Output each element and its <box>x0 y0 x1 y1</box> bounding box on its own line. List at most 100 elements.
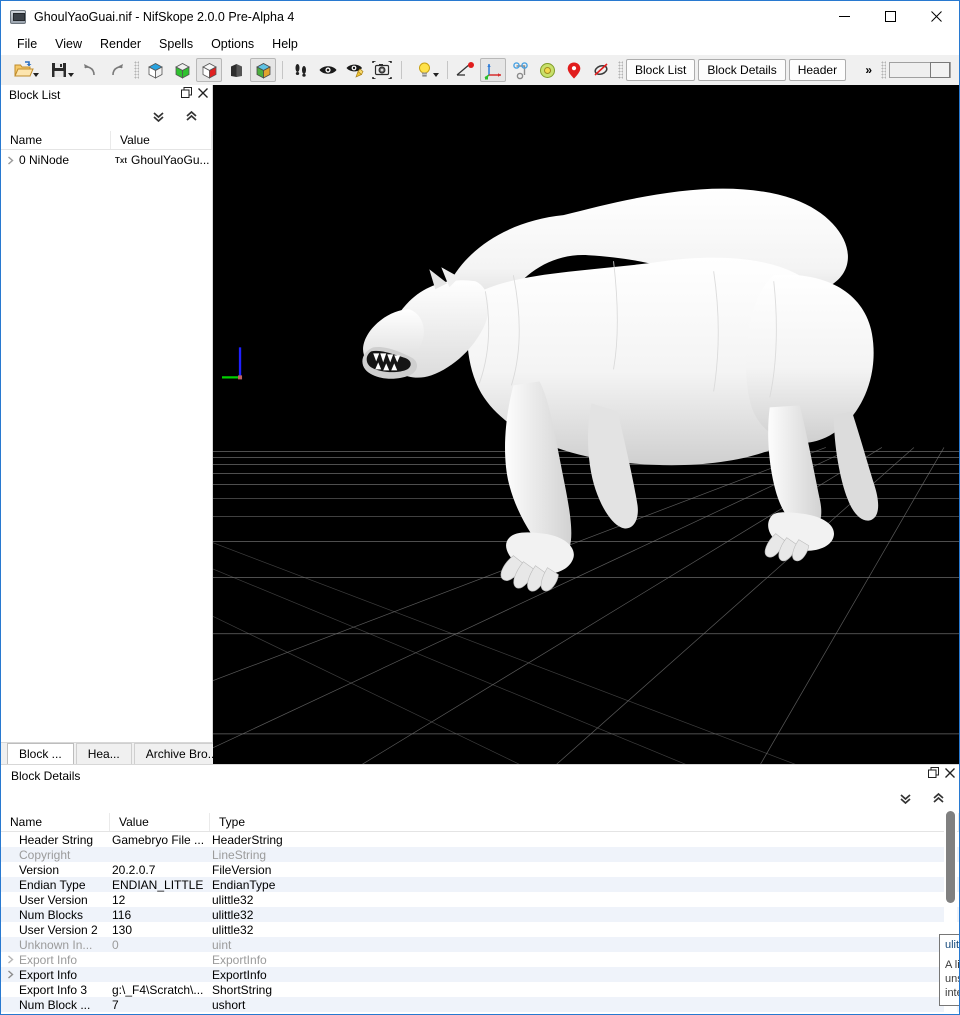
restore-icon[interactable] <box>928 767 939 778</box>
havok-sphere-icon[interactable] <box>534 58 560 82</box>
close-icon[interactable] <box>945 768 955 778</box>
expand-arrow-icon[interactable] <box>1 156 19 165</box>
block-details-row-value[interactable]: Gamebryo File ... <box>110 833 210 847</box>
tab-header[interactable]: Hea... <box>76 743 132 764</box>
axes-gizmo-icon[interactable] <box>480 58 506 82</box>
chevron-down-icon[interactable] <box>33 73 39 77</box>
expand-all-icon[interactable] <box>152 110 165 126</box>
toolbar-slider[interactable] <box>889 62 951 78</box>
table-row[interactable]: Export InfoExportInfo <box>1 952 959 967</box>
draw-furniture-icon[interactable] <box>223 58 249 82</box>
open-file-icon[interactable] <box>7 58 41 82</box>
column-header-name[interactable]: Name <box>1 131 111 149</box>
table-row[interactable]: CopyrightLineString <box>1 847 959 862</box>
marker-flag-icon[interactable] <box>453 58 479 82</box>
column-header-value[interactable]: Value <box>110 813 210 831</box>
footsteps-icon[interactable] <box>288 58 314 82</box>
draw-nodes-cube-icon[interactable] <box>169 58 195 82</box>
toolbar-grip[interactable] <box>618 61 623 79</box>
chevron-down-icon[interactable] <box>433 73 439 77</box>
eye-edit-icon[interactable] <box>342 58 368 82</box>
table-row[interactable]: 0 NiNode Txt GhoulYaoGu... <box>1 150 212 170</box>
block-details-row-type: ulittle32 <box>210 893 959 907</box>
block-list-title: Block List <box>9 88 60 102</box>
block-list-row-value: GhoulYaoGu... <box>131 153 210 167</box>
redo-icon[interactable] <box>104 58 130 82</box>
tab-block-list[interactable]: Block ... <box>7 743 74 764</box>
window-controls <box>821 1 959 32</box>
scrollbar-thumb[interactable] <box>946 811 955 903</box>
toolbar-grip[interactable] <box>134 61 139 79</box>
table-row[interactable]: Export InfoExportInfo <box>1 967 959 982</box>
block-list-panel: Block List <box>1 85 213 764</box>
block-list-tree[interactable]: 0 NiNode Txt GhoulYaoGu... <box>1 150 212 742</box>
block-details-titlebar: Block Details <box>1 765 959 787</box>
header-toggle-button[interactable]: Header <box>789 59 846 81</box>
table-row[interactable]: User Version 2130ulittle32 <box>1 922 959 937</box>
toolbar-grip[interactable] <box>881 61 886 79</box>
tooltip-line1: A little-endian 32-bit unsigned <box>945 958 960 986</box>
block-details-expand-controls <box>1 787 959 813</box>
block-details-row-type: FileVersion <box>210 863 959 877</box>
block-details-row-value[interactable]: 130 <box>110 923 210 937</box>
block-details-row-value[interactable]: ENDIAN_LITTLE <box>110 878 210 892</box>
lightbulb-icon[interactable] <box>407 58 441 82</box>
undo-icon[interactable] <box>77 58 103 82</box>
table-row[interactable]: Header StringGamebryo File ...HeaderStri… <box>1 832 959 847</box>
block-details-row-value[interactable]: 7 <box>110 998 210 1012</box>
menu-view[interactable]: View <box>46 34 91 54</box>
block-details-row-type: ShortString <box>210 983 959 997</box>
block-details-table[interactable]: Header StringGamebryo File ...HeaderStri… <box>1 832 959 1015</box>
show-hidden-cube-icon[interactable] <box>250 58 276 82</box>
screenshot-camera-icon[interactable] <box>369 58 395 82</box>
table-row[interactable]: Unknown In...0uint <box>1 937 959 952</box>
maximize-button[interactable] <box>867 1 913 32</box>
expand-arrow-icon[interactable] <box>1 955 19 964</box>
minimize-button[interactable] <box>821 1 867 32</box>
block-details-row-value[interactable]: 0 <box>110 938 210 952</box>
menu-options[interactable]: Options <box>202 34 263 54</box>
collapse-all-icon[interactable] <box>185 110 198 126</box>
map-pin-icon[interactable] <box>561 58 587 82</box>
block-details-toggle-button[interactable]: Block Details <box>698 59 785 81</box>
nif-file-icon <box>10 9 26 25</box>
menu-render[interactable]: Render <box>91 34 150 54</box>
draw-havok-cube-icon[interactable] <box>196 58 222 82</box>
column-header-value[interactable]: Value <box>111 131 212 149</box>
table-row[interactable]: Num Blocks116ulittle32 <box>1 907 959 922</box>
block-details-row-value[interactable]: 116 <box>110 908 210 922</box>
close-icon[interactable] <box>198 88 208 98</box>
table-row[interactable]: User Version12ulittle32 <box>1 892 959 907</box>
table-row[interactable]: Version20.2.0.7FileVersion <box>1 862 959 877</box>
expand-all-icon[interactable] <box>899 792 912 808</box>
render-viewport[interactable] <box>213 85 959 764</box>
block-list-toggle-button[interactable]: Block List <box>626 59 695 81</box>
close-button[interactable] <box>913 1 959 32</box>
block-details-row-value[interactable]: g:\_F4\Scratch\... <box>110 983 210 997</box>
eye-icon[interactable] <box>315 58 341 82</box>
hide-ghost-icon[interactable] <box>588 58 614 82</box>
column-header-name[interactable]: Name <box>1 813 110 831</box>
table-row[interactable]: Export Info 3g:\_F4\Scratch\...ShortStri… <box>1 982 959 997</box>
menu-help[interactable]: Help <box>263 34 307 54</box>
menu-file[interactable]: File <box>8 34 46 54</box>
table-row[interactable]: Num Block ...7ushort <box>1 997 959 1012</box>
block-details-row-type: ushort <box>210 998 959 1012</box>
collapse-all-icon[interactable] <box>932 792 945 808</box>
expand-arrow-icon[interactable] <box>1 970 19 979</box>
table-row[interactable]: Endian TypeENDIAN_LITTLEEndianType <box>1 877 959 892</box>
block-details-row-type: EndianType <box>210 878 959 892</box>
menu-spells[interactable]: Spells <box>150 34 202 54</box>
titlebar: GhoulYaoGuai.nif - NifSkope 2.0.0 Pre-Al… <box>1 1 959 32</box>
toolbar-overflow-button[interactable]: » <box>859 63 878 77</box>
column-header-type[interactable]: Type <box>210 813 959 831</box>
save-file-icon[interactable] <box>42 58 76 82</box>
restore-icon[interactable] <box>181 87 192 98</box>
toolbar-slider-thumb[interactable] <box>930 62 950 78</box>
show-axes-cube-icon[interactable] <box>142 58 168 82</box>
block-details-row-value[interactable]: 20.2.0.7 <box>110 863 210 877</box>
chevron-down-icon[interactable] <box>68 73 74 77</box>
block-details-row-value[interactable]: 12 <box>110 893 210 907</box>
nodes-link-icon[interactable] <box>507 58 533 82</box>
block-details-row-type: ExportInfo <box>210 968 959 982</box>
